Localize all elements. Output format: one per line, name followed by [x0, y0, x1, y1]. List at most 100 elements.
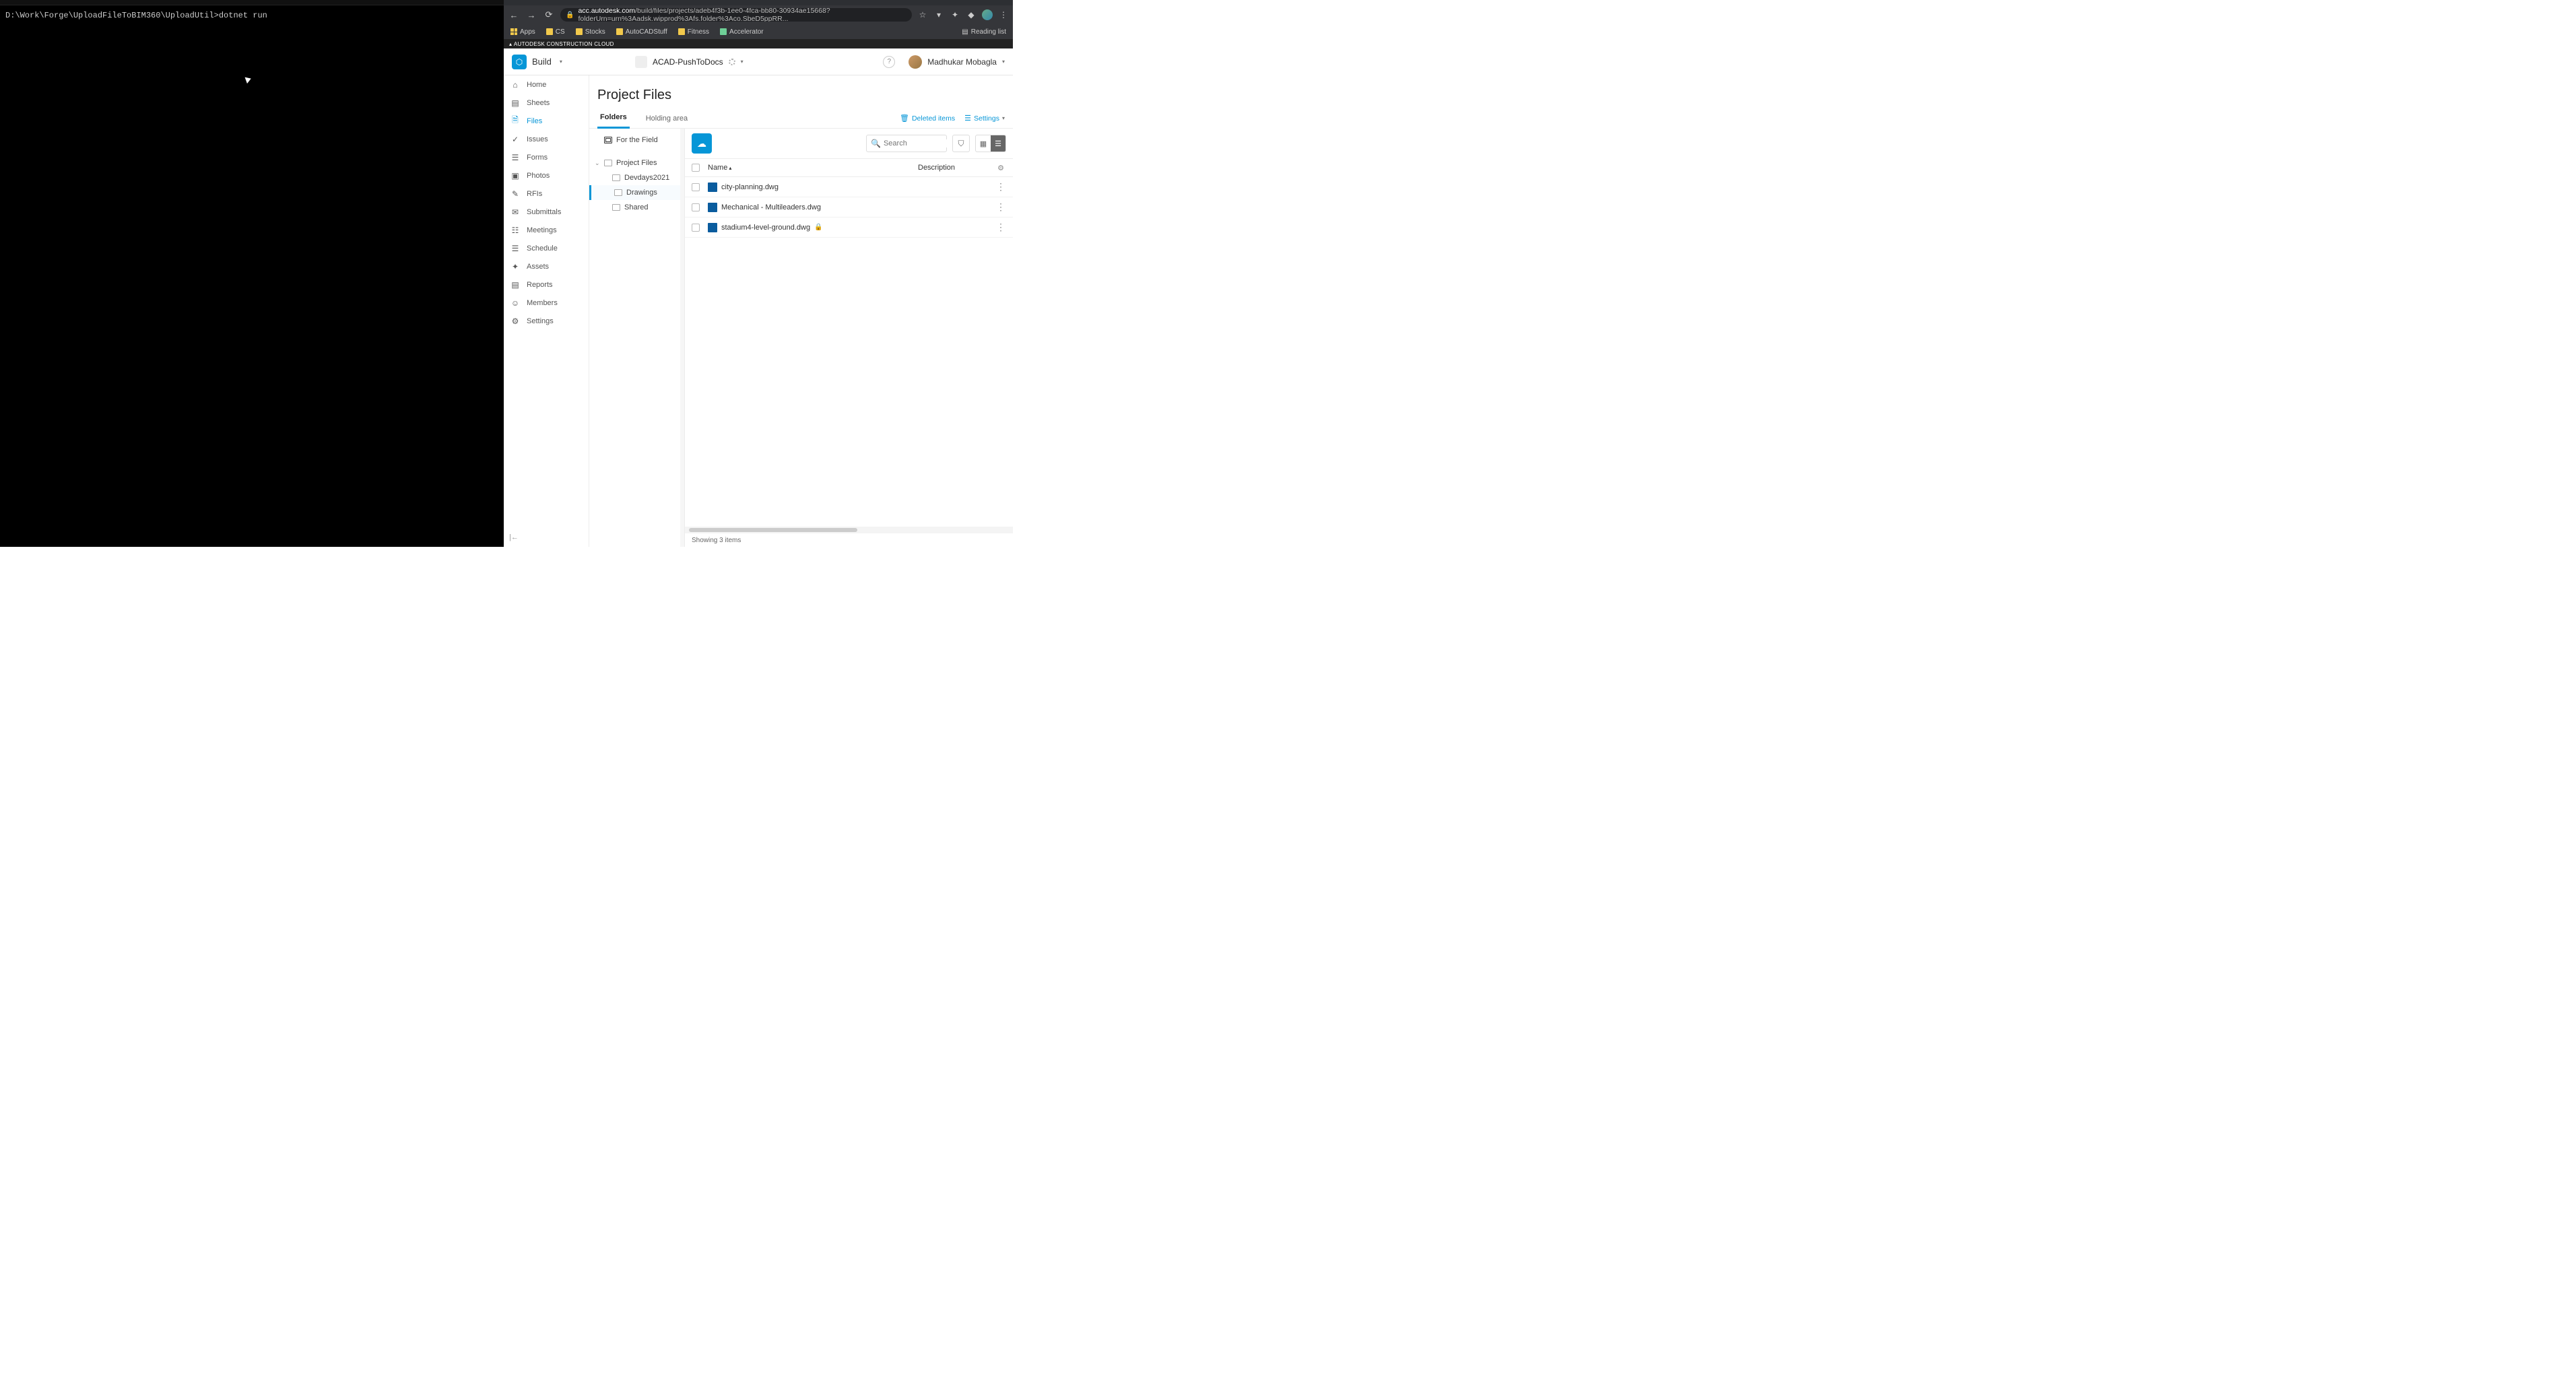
bookmark-cs[interactable]: CS: [546, 28, 565, 36]
deleted-items-link[interactable]: 🗑 Deleted items: [900, 114, 955, 123]
bookmark-apps[interactable]: Apps: [510, 28, 535, 36]
scrollbar-thumb[interactable]: [689, 528, 857, 532]
user-name: Madhukar Mobagla: [927, 57, 997, 67]
select-all-checkbox[interactable]: [692, 164, 700, 172]
tree-folder-drawings[interactable]: Drawings: [607, 185, 684, 200]
bookmark-autocadstuff[interactable]: AutoCADStuff: [616, 28, 667, 36]
tabs: Folders Holding area 🗑 Deleted items ☰ S…: [589, 108, 1013, 129]
url-box[interactable]: 🔒 acc.autodesk.com/build/files/projects/…: [560, 8, 912, 22]
terminal-titlebar: [0, 0, 504, 5]
page-title: Project Files: [589, 75, 1013, 108]
tree-project-files[interactable]: ⌄ Project Files: [589, 156, 684, 170]
nav-item-submittals[interactable]: ✉Submittals: [504, 203, 589, 221]
document-icon: [604, 137, 612, 143]
bookmark-fitness[interactable]: Fitness: [678, 28, 709, 36]
row-menu-button[interactable]: ⋮: [995, 222, 1006, 233]
horizontal-scrollbar[interactable]: [685, 527, 1013, 533]
row-menu-button[interactable]: ⋮: [995, 201, 1006, 213]
puzzle-icon[interactable]: ✦: [950, 9, 960, 20]
star-icon[interactable]: ☆: [917, 9, 928, 20]
browser-menu-icon[interactable]: ⋮: [998, 9, 1009, 20]
back-button[interactable]: ←: [508, 9, 520, 21]
tree-scrollbar[interactable]: [680, 129, 684, 547]
folder-icon: [604, 160, 612, 166]
submittals-icon: ✉: [510, 207, 520, 217]
search-input[interactable]: 🔍: [866, 135, 947, 152]
terminal-window[interactable]: D:\Work\Forge\UploadFileToBIM360\UploadU…: [0, 0, 504, 547]
settings-link[interactable]: ☰ Settings ▾: [964, 114, 1005, 123]
file-row[interactable]: Mechanical - Multileaders.dwg⋮: [685, 197, 1013, 218]
nav-item-sheets[interactable]: ▤ Sheets: [504, 94, 589, 112]
autodesk-brand-bar: ▴ AUTODESK CONSTRUCTION CLOUD: [504, 39, 1013, 48]
nav-item-home[interactable]: ⌂Home: [504, 75, 589, 94]
shield-icon[interactable]: ◆: [966, 9, 977, 20]
nav-label: Home: [527, 81, 546, 89]
tree-folder-shared[interactable]: Shared: [605, 200, 684, 215]
browser-profile-avatar[interactable]: [982, 9, 993, 20]
nav-label: Reports: [527, 281, 553, 289]
reading-list-button[interactable]: ▤ Reading list: [962, 28, 1006, 36]
nav-item-members[interactable]: ☺Members: [504, 294, 589, 312]
sheets-icon: ▤: [510, 98, 520, 108]
reports-icon: ▤: [510, 280, 520, 290]
row-menu-button[interactable]: ⋮: [995, 181, 1006, 193]
upload-button[interactable]: ☁: [692, 133, 712, 154]
bookmark-stocks[interactable]: Stocks: [576, 28, 605, 36]
reload-button[interactable]: ⟳: [543, 9, 555, 21]
nav-item-settings[interactable]: ⚙Settings: [504, 312, 589, 330]
nav-label: Members: [527, 299, 558, 307]
column-description[interactable]: Description: [918, 164, 987, 172]
forward-button[interactable]: →: [525, 9, 537, 21]
nav-item-rfis[interactable]: ✎RFIs: [504, 185, 589, 203]
files-icon: 🗎: [510, 117, 520, 126]
terminal-body[interactable]: D:\Work\Forge\UploadFileToBIM360\UploadU…: [0, 5, 504, 26]
project-status-icon: [729, 59, 735, 65]
bookmark-accelerator[interactable]: Accelerator: [720, 28, 764, 36]
nav-item-reports[interactable]: ▤ Reports: [504, 275, 589, 294]
folder-icon: [612, 204, 620, 211]
issues-icon: ✓: [510, 135, 520, 144]
apps-icon: [510, 28, 517, 35]
nav-label: Sheets: [527, 99, 550, 107]
column-settings-button[interactable]: ⚙: [995, 164, 1006, 172]
help-button[interactable]: ?: [883, 56, 895, 68]
nav-item-assets[interactable]: ✦Assets: [504, 257, 589, 275]
user-avatar: [909, 55, 922, 69]
file-row[interactable]: city-planning.dwg⋮: [685, 177, 1013, 197]
nav-item-meetings[interactable]: ☷Meetings: [504, 221, 589, 239]
nav-item-schedule[interactable]: ☰Schedule: [504, 239, 589, 257]
chevron-down-icon: ▾: [741, 59, 744, 65]
row-checkbox[interactable]: [692, 203, 700, 211]
nav-item-issues[interactable]: ✓ Issues: [504, 130, 589, 148]
project-selector[interactable]: ACAD-PushToDocs ▾: [635, 56, 744, 68]
nav-label: Files: [527, 117, 542, 125]
tab-folders[interactable]: Folders: [597, 108, 630, 129]
tab-holding-area[interactable]: Holding area: [643, 108, 690, 128]
nav-item-photos[interactable]: ▣Photos: [504, 166, 589, 185]
nav-label: Issues: [527, 135, 548, 143]
view-list-button[interactable]: ☰: [991, 135, 1005, 152]
tree-for-the-field[interactable]: For the Field: [589, 133, 684, 147]
forms-icon: ☰: [510, 153, 520, 162]
product-name[interactable]: Build: [532, 57, 552, 67]
extension-icon[interactable]: ▾: [933, 9, 944, 20]
chevron-down-icon: ⌄: [595, 160, 600, 167]
view-grid-button[interactable]: ▦: [976, 135, 991, 152]
row-checkbox[interactable]: [692, 183, 700, 191]
column-name[interactable]: Name ▴: [708, 164, 910, 172]
browser-tabstrip[interactable]: [504, 0, 1013, 5]
build-logo-icon[interactable]: ⬡: [512, 55, 527, 69]
collapse-nav-button[interactable]: |←: [509, 533, 519, 541]
search-icon: 🔍: [871, 139, 881, 148]
nav-item-forms[interactable]: ☰Forms: [504, 148, 589, 166]
chevron-down-icon[interactable]: ▾: [560, 59, 562, 65]
chevron-down-icon: ▾: [1002, 115, 1005, 121]
nav-item-files[interactable]: 🗎 Files: [504, 112, 589, 130]
file-row[interactable]: stadium4-level-ground.dwg🔒⋮: [685, 218, 1013, 238]
tree-folder-devdays[interactable]: Devdays2021: [605, 170, 684, 185]
filter-button[interactable]: ⛉: [952, 135, 970, 152]
user-menu[interactable]: Madhukar Mobagla ▾: [909, 55, 1005, 69]
browser-window: ← → ⟳ 🔒 acc.autodesk.com/build/files/pro…: [504, 0, 1013, 547]
row-checkbox[interactable]: [692, 224, 700, 232]
nav-label: RFIs: [527, 190, 542, 198]
